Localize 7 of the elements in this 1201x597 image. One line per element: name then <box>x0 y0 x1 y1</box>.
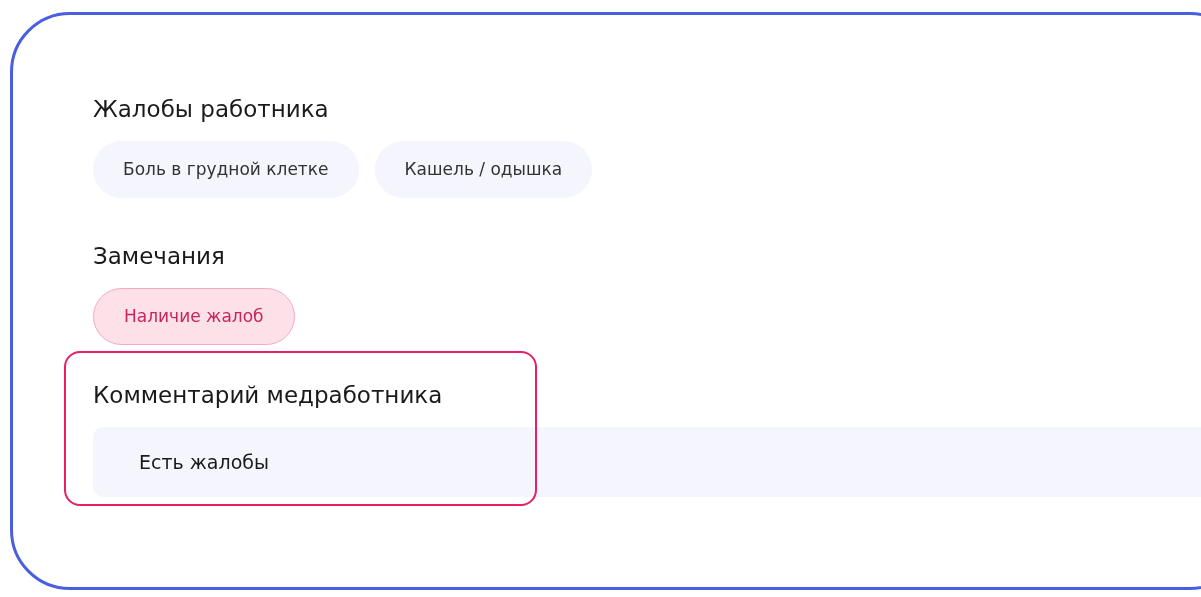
tag: Кашель / одышка <box>374 141 593 198</box>
section-heading: Комментарий медработника <box>93 381 444 409</box>
warning-tag: Наличие жалоб <box>93 288 295 345</box>
comment-field: Есть жалобы <box>93 427 1201 497</box>
section-heading: Жалобы работника <box>93 95 330 123</box>
section-heading: Замечания <box>93 242 226 270</box>
tag: Боль в грудной клетке <box>93 141 359 198</box>
